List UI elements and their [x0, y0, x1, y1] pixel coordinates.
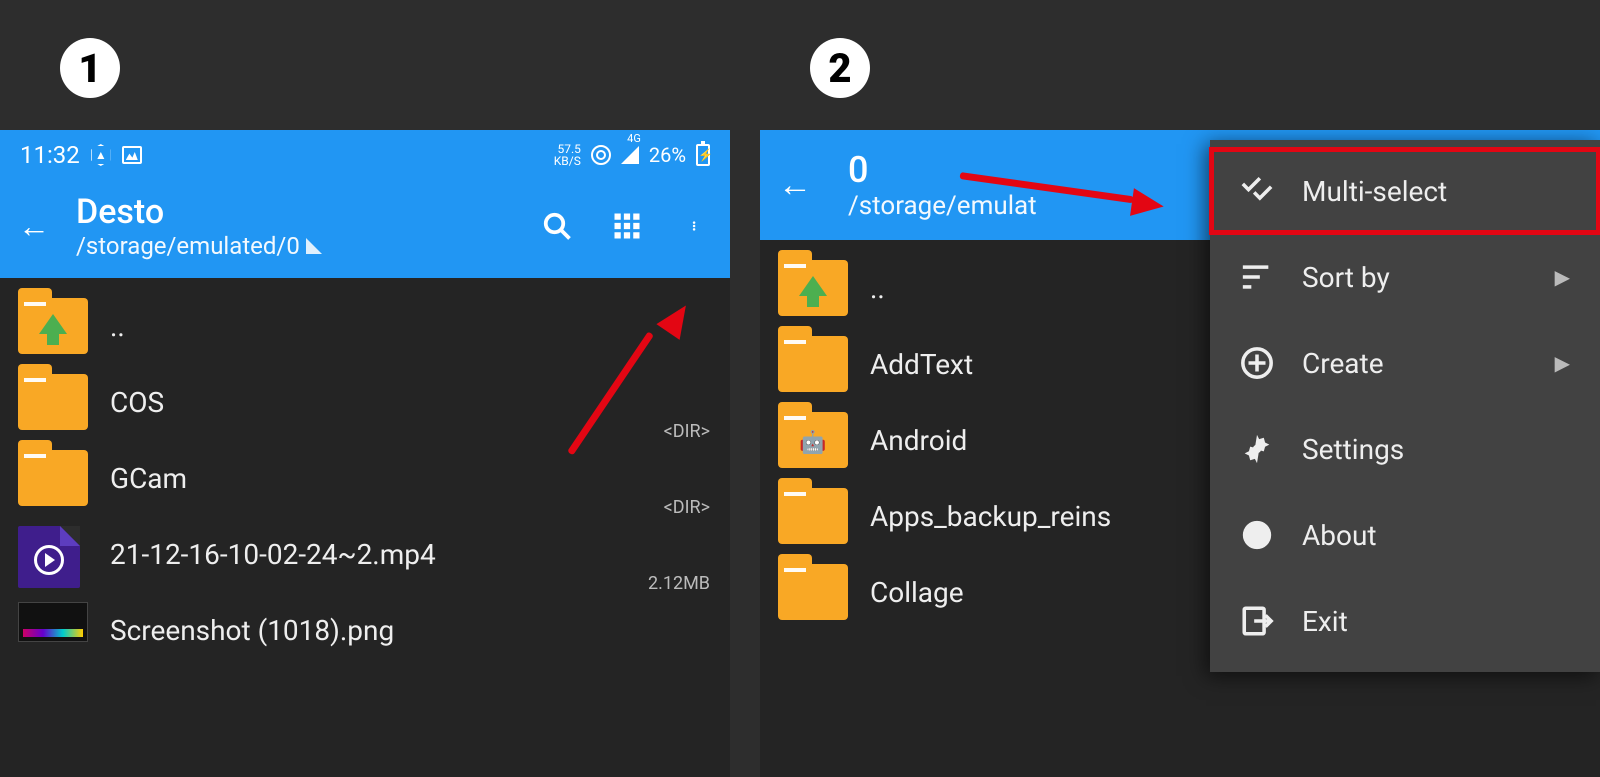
view-grid-button[interactable] [612, 211, 642, 241]
step-badge-2: 2 [810, 38, 870, 98]
grid-icon [612, 211, 642, 241]
list-item-folder[interactable]: GCam <DIR> [0, 440, 730, 516]
status-left: 11:32 ▲ [20, 141, 142, 169]
list-item-meta: <DIR> [664, 421, 710, 442]
menu-item-about[interactable]: ? About [1210, 492, 1600, 578]
status-bar: 11:32 ▲ 57.5 KB/S 4G 26% [0, 130, 730, 180]
folder-icon [18, 450, 88, 506]
network-speed: 57.5 KB/S [554, 143, 581, 167]
more-vert-icon [692, 212, 702, 240]
folder-up-icon [778, 260, 848, 316]
list-item-label: Screenshot (1018).png [110, 614, 394, 647]
folder-icon [778, 336, 848, 392]
menu-item-settings[interactable]: Settings [1210, 406, 1600, 492]
list-item-label: .. [870, 272, 885, 305]
menu-item-label: Multi-select [1302, 175, 1447, 208]
screen-2: ← 0 /storage/emulat .. AddText 🤖 Android… [760, 130, 1600, 777]
app-path[interactable]: /storage/emulated/0 [76, 232, 322, 260]
menu-item-label: Create [1302, 347, 1384, 380]
screen-1: 11:32 ▲ 57.5 KB/S 4G 26% ← Desto /storag… [0, 130, 730, 777]
list-item-label: COS [110, 386, 164, 419]
step-badge-1: 1 [60, 38, 120, 98]
folder-up-icon [18, 298, 88, 354]
settings-icon [1240, 432, 1274, 466]
list-item-image[interactable]: Screenshot (1018).png [0, 592, 730, 668]
list-item-label: GCam [110, 462, 187, 495]
folder-icon [778, 564, 848, 620]
video-file-icon [18, 526, 88, 582]
folder-icon [18, 374, 88, 430]
battery-percent: 26% [649, 143, 686, 167]
search-icon [542, 211, 572, 241]
create-icon [1240, 346, 1274, 380]
app-bar: ← Desto /storage/emulated/0 [0, 180, 730, 278]
file-list[interactable]: .. COS <DIR> GCam <DIR> 21-12-16-10-02-2… [0, 278, 730, 678]
menu-item-label: Exit [1302, 605, 1348, 638]
list-item-up[interactable]: .. [0, 288, 730, 364]
folder-icon [778, 488, 848, 544]
about-icon: ? [1240, 518, 1274, 552]
appbar-actions [542, 211, 712, 241]
list-item-label: AddText [870, 348, 973, 381]
network-type-label: 4G [627, 132, 641, 145]
path-dropdown-icon [306, 238, 322, 254]
menu-item-sortby[interactable]: Sort by ▶ [1210, 234, 1600, 320]
list-item-label: .. [110, 310, 125, 343]
signal-icon: 4G [621, 146, 639, 164]
status-right: 57.5 KB/S 4G 26% [554, 143, 710, 167]
menu-item-create[interactable]: Create ▶ [1210, 320, 1600, 406]
hex-notif-icon: ▲ [90, 144, 112, 166]
search-button[interactable] [542, 211, 572, 241]
chevron-right-icon: ▶ [1555, 265, 1570, 289]
menu-item-label: About [1302, 519, 1377, 552]
back-button[interactable]: ← [18, 207, 50, 245]
step-badge-1-label: 1 [78, 45, 101, 92]
list-item-video[interactable]: 21-12-16-10-02-24~2.mp4 2.12MB [0, 516, 730, 592]
folder-icon: 🤖 [778, 412, 848, 468]
svg-text:?: ? [1251, 523, 1262, 550]
image-thumbnail [18, 602, 88, 658]
gallery-status-icon [122, 146, 142, 164]
menu-item-exit[interactable]: Exit [1210, 578, 1600, 664]
step-badge-2-label: 2 [828, 45, 851, 92]
list-item-label: Apps_backup_reins [870, 500, 1111, 533]
list-item-meta: 2.12MB [648, 573, 710, 594]
overflow-menu-button[interactable] [682, 211, 712, 241]
back-button[interactable]: ← [778, 165, 812, 205]
multiselect-icon [1240, 174, 1274, 208]
battery-icon [696, 144, 710, 166]
overflow-popup-menu: Multi-select Sort by ▶ Create ▶ Settings… [1210, 140, 1600, 672]
menu-item-multiselect[interactable]: Multi-select [1210, 148, 1600, 234]
menu-item-label: Settings [1302, 433, 1404, 466]
appbar-titles: 0 /storage/emulat [848, 149, 1037, 221]
list-item-meta: <DIR> [664, 497, 710, 518]
hotspot-icon [591, 145, 611, 165]
sort-icon [1240, 260, 1274, 294]
appbar-titles: Desto /storage/emulated/0 [76, 192, 322, 260]
app-path[interactable]: /storage/emulat [848, 191, 1037, 221]
list-item-label: Android [870, 424, 967, 457]
app-title: Desto [76, 192, 322, 232]
list-item-label: Collage [870, 576, 964, 609]
selection-count: 0 [848, 149, 1037, 191]
list-item-label: 21-12-16-10-02-24~2.mp4 [110, 538, 436, 571]
list-item-folder[interactable]: COS <DIR> [0, 364, 730, 440]
android-icon: 🤖 [799, 430, 826, 455]
status-time: 11:32 [20, 141, 80, 169]
chevron-right-icon: ▶ [1555, 351, 1570, 375]
menu-item-label: Sort by [1302, 261, 1390, 294]
exit-icon [1240, 604, 1274, 638]
